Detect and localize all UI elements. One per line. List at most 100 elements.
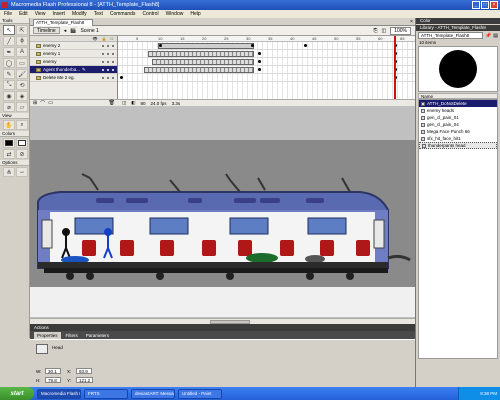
library-item[interactable]: Mega Face Punch 66 <box>419 128 497 135</box>
ink-bottle-icon[interactable]: ◉ <box>3 91 15 101</box>
line-icon[interactable]: ╱ <box>3 36 15 46</box>
color-panel-header[interactable]: Color <box>416 18 500 24</box>
start-button[interactable]: start <box>0 387 34 400</box>
snap-icon[interactable]: ⋔ <box>3 167 15 177</box>
subselect-icon[interactable]: ⇱ <box>16 25 28 35</box>
taskbar-item[interactable]: Untitled - Paint <box>178 388 222 399</box>
edit-scene-icon[interactable]: ⎘ <box>373 28 377 34</box>
oval-icon[interactable]: ◯ <box>3 58 15 68</box>
outline-icon[interactable]: □ <box>111 36 113 41</box>
pin-icon[interactable]: 📌 <box>485 33 491 39</box>
stage[interactable] <box>30 140 415 287</box>
keyframe[interactable] <box>251 44 254 47</box>
fill-color-icon[interactable] <box>16 138 28 148</box>
library-document-select[interactable]: ATTH_Template_Flash8 <box>418 32 484 39</box>
pencil-icon[interactable]: ✎ <box>3 69 15 79</box>
new-library-icon[interactable]: ▤ <box>493 33 498 39</box>
zoom-icon[interactable]: ⌕ <box>16 120 28 130</box>
menu-commands[interactable]: Commands <box>109 11 137 17</box>
close-document-icon[interactable]: × <box>408 19 415 26</box>
library-item-selected[interactable]: thunderpants head <box>419 142 497 149</box>
smooth-icon[interactable]: ∽ <box>16 167 28 177</box>
y-input[interactable]: 121.2 <box>76 377 94 383</box>
keyframe[interactable] <box>258 60 261 63</box>
eraser-icon[interactable]: ▱ <box>16 102 28 112</box>
document-tab[interactable]: ATTH_Template_Flash8 <box>33 19 93 26</box>
eye-icon[interactable]: 👁 <box>93 36 98 41</box>
back-arrow-icon[interactable]: ◂ <box>64 28 67 34</box>
menu-help[interactable]: Help <box>189 11 201 17</box>
layer-row[interactable]: enemy 2 <box>30 42 117 50</box>
timeline-toggle-button[interactable]: Timeline <box>33 27 60 34</box>
playhead[interactable] <box>394 36 396 106</box>
frame-span[interactable] <box>152 59 254 65</box>
lock-icon[interactable]: 🔒 <box>102 36 107 41</box>
paint-bucket-icon[interactable]: ◈ <box>16 91 28 101</box>
zoom-select[interactable]: 100% <box>390 26 411 35</box>
frames-grid[interactable]: 5 10 15 20 25 30 35 40 45 50 55 60 65 ◫ … <box>118 36 415 106</box>
tab-properties[interactable]: Properties <box>34 332 61 339</box>
library-item[interactable]: enemy heads <box>419 107 497 114</box>
keyframe[interactable] <box>304 44 307 47</box>
rect-icon[interactable]: ▭ <box>16 58 28 68</box>
brush-icon[interactable]: 🖌 <box>16 69 28 79</box>
layer-row-active[interactable]: Agent thunderba... ✎ <box>30 66 117 74</box>
color-tools: ⇄ ⊘ <box>0 137 29 160</box>
library-item[interactable]: gen_cl_pain_01 <box>419 114 497 121</box>
text-icon[interactable]: A <box>16 47 28 57</box>
keyframe[interactable] <box>258 52 261 55</box>
close-button[interactable]: × <box>490 1 498 9</box>
menu-window[interactable]: Window <box>165 11 185 17</box>
stroke-color-icon[interactable] <box>3 138 15 148</box>
no-color-icon[interactable]: ⊘ <box>16 149 28 159</box>
arrow-icon[interactable]: ↖ <box>3 25 15 35</box>
fill-transform-icon[interactable]: ⟲ <box>16 80 28 90</box>
menu-control[interactable]: Control <box>141 11 159 17</box>
w-input[interactable]: 30.1 <box>45 368 61 374</box>
frame-row[interactable] <box>118 74 415 82</box>
h-input[interactable]: 79.8 <box>45 377 61 383</box>
eyedropper-icon[interactable]: ⌀ <box>3 102 15 112</box>
library-toolbar: ATTH_Template_Flash8 📌 ▤ <box>416 31 500 40</box>
minimize-button[interactable]: _ <box>472 1 480 9</box>
taskbar-item[interactable]: deviantART: Messag... <box>131 388 175 399</box>
clock[interactable]: 9:38 PM <box>480 391 497 396</box>
library-item[interactable]: sfx_hit_face_hit1 <box>419 135 497 142</box>
library-item[interactable]: ATTH_DoNotDelete <box>419 100 497 107</box>
edit-symbol-icon[interactable]: ◫ <box>381 28 386 34</box>
free-transform-icon[interactable]: ⤡ <box>3 80 15 90</box>
keyframe[interactable] <box>120 76 123 79</box>
sound-icon <box>421 136 425 141</box>
x-input[interactable]: 93.9 <box>76 368 92 374</box>
taskbar-item[interactable]: Macromedia Flash P... <box>37 388 81 399</box>
menu-file[interactable]: File <box>3 11 13 17</box>
frame-span[interactable] <box>158 43 254 49</box>
frame-row[interactable] <box>118 42 415 50</box>
maximize-button[interactable]: □ <box>481 1 489 9</box>
menu-modify[interactable]: Modify <box>71 11 88 17</box>
frame-span[interactable] <box>144 67 254 73</box>
menu-edit[interactable]: Edit <box>18 11 29 17</box>
layer-name: enemy 1 <box>43 51 61 56</box>
pen-icon[interactable]: ✒ <box>3 47 15 57</box>
layer-row[interactable]: enemy 1 <box>30 50 117 58</box>
menu-text[interactable]: Text <box>93 11 104 17</box>
lasso-icon[interactable]: ϕ <box>16 36 28 46</box>
hand-icon[interactable]: ✋ <box>3 120 15 130</box>
frame-row[interactable] <box>118 66 415 74</box>
layer-row[interactable]: Delete Me 2 eg. <box>30 74 117 82</box>
keyframe[interactable] <box>159 44 162 47</box>
taskbar-item[interactable]: FRTS <box>84 388 128 399</box>
menu-insert[interactable]: Insert <box>51 11 66 17</box>
layer-row[interactable]: enemy <box>30 58 117 66</box>
actions-panel-header[interactable]: Actions <box>30 324 415 331</box>
library-item[interactable]: gen_cl_pain_04 <box>419 121 497 128</box>
menu-view[interactable]: View <box>34 11 47 17</box>
tab-parameters[interactable]: Parameters <box>83 332 112 339</box>
frame-row[interactable] <box>118 50 415 58</box>
frame-row[interactable] <box>118 58 415 66</box>
swap-colors-icon[interactable]: ⇄ <box>3 149 15 159</box>
tab-filters[interactable]: Filters <box>63 332 81 339</box>
frame-span[interactable] <box>148 51 254 57</box>
keyframe[interactable] <box>258 68 261 71</box>
